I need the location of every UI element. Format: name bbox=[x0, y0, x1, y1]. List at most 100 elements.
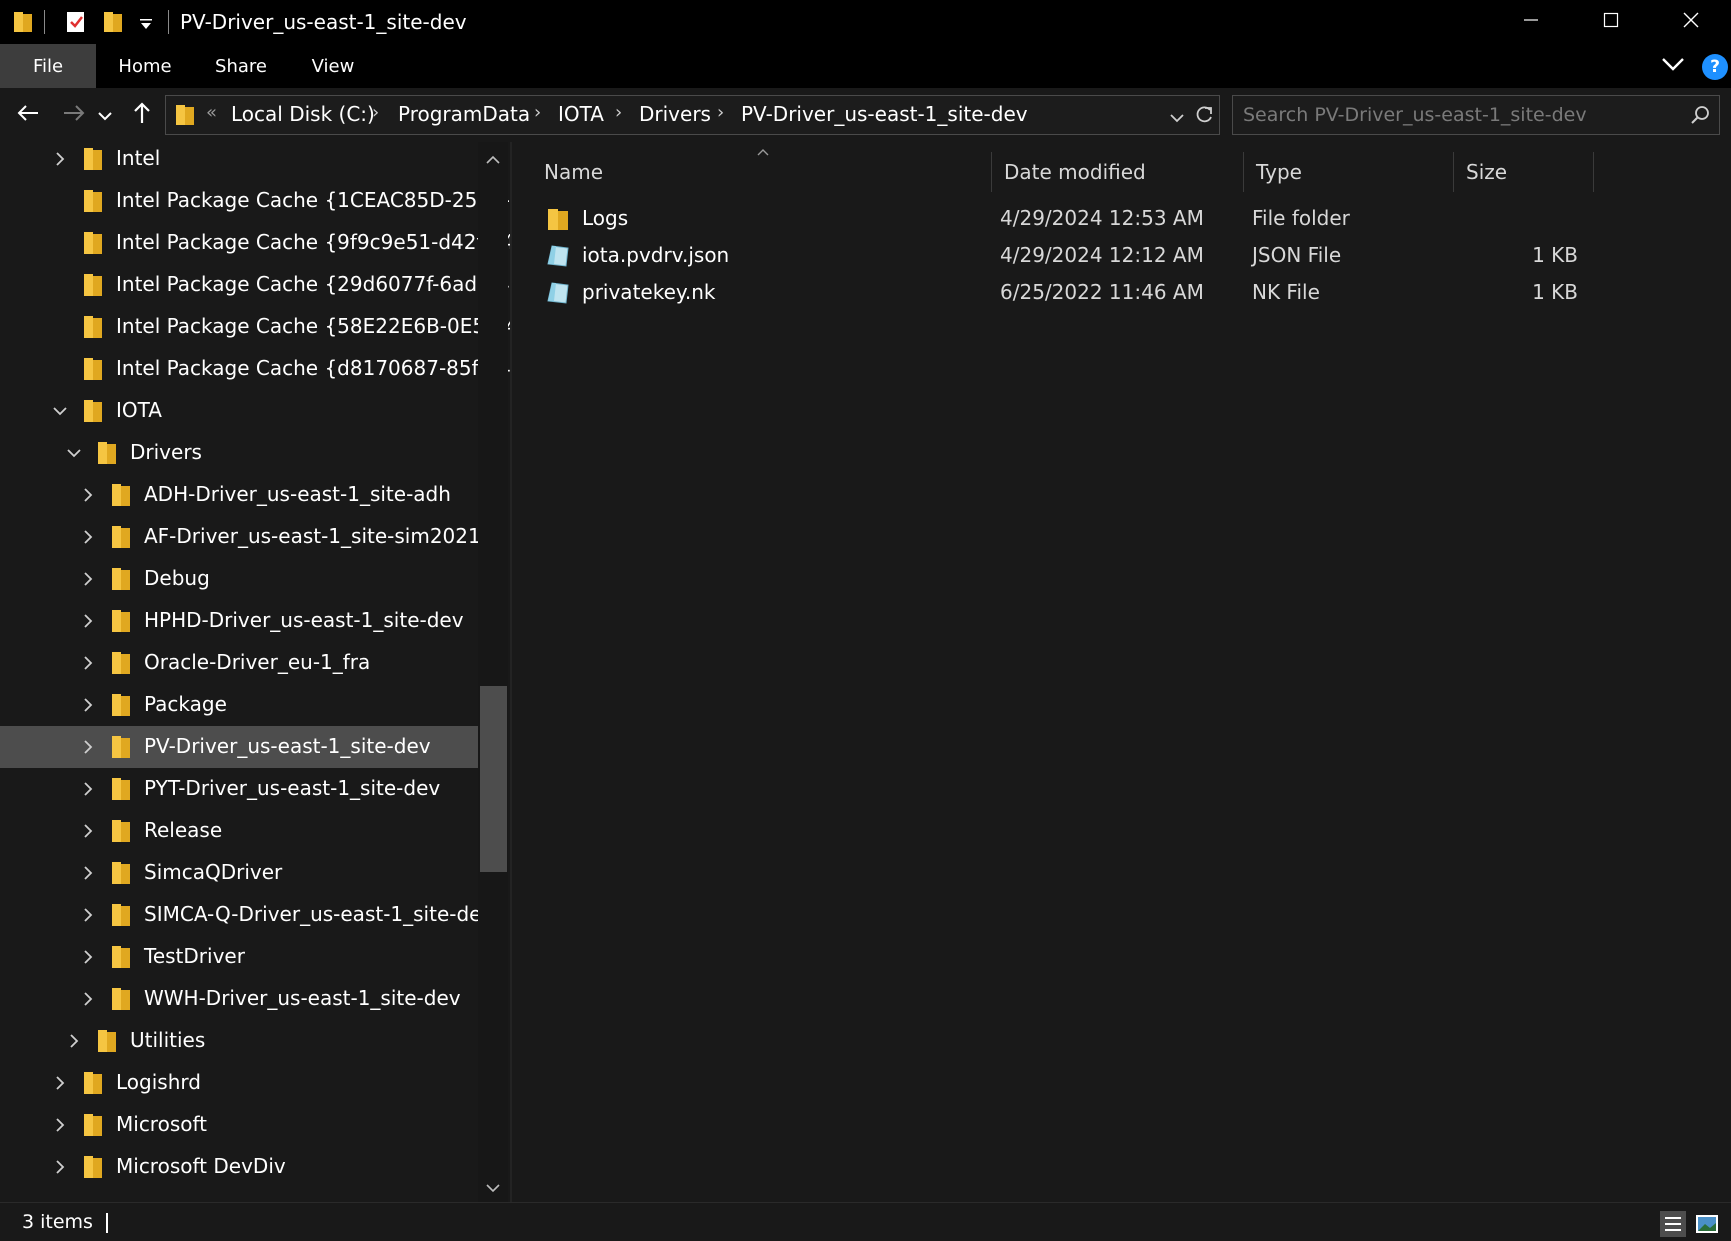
tree-item[interactable]: AF-Driver_us-east-1_site-sim2021 bbox=[0, 516, 481, 558]
help-button[interactable]: ? bbox=[1702, 54, 1728, 80]
chevron-right-icon[interactable] bbox=[50, 1112, 70, 1138]
tree-item[interactable]: Debug bbox=[0, 558, 478, 600]
breadcrumb-drivers[interactable]: Drivers bbox=[639, 102, 711, 126]
breadcrumb-current[interactable]: PV-Driver_us-east-1_site-dev bbox=[741, 102, 1028, 126]
chevron-right-icon[interactable] bbox=[50, 1154, 70, 1180]
recent-locations-button[interactable] bbox=[92, 98, 118, 132]
chevron-down-icon[interactable] bbox=[50, 398, 70, 424]
chevron-right-icon[interactable] bbox=[50, 146, 70, 172]
chevron-right-icon[interactable] bbox=[78, 524, 98, 550]
file-list[interactable]: Name Date modified Type Size Logs 4/29/20… bbox=[512, 142, 1731, 1202]
refresh-button[interactable] bbox=[1194, 104, 1214, 130]
tree-item[interactable]: Intel Package Cache {58E22E6B-0E58-4I bbox=[0, 306, 510, 348]
tree-item[interactable]: Package bbox=[0, 684, 478, 726]
breadcrumb-separator-icon[interactable]: › bbox=[717, 102, 724, 123]
minimize-button[interactable] bbox=[1491, 0, 1571, 44]
maximize-button[interactable] bbox=[1571, 0, 1651, 44]
tree-item[interactable]: PV-Driver_us-east-1_site-dev bbox=[0, 726, 478, 768]
navigation-scrollbar-thumb[interactable] bbox=[480, 686, 507, 872]
tree-item-label: Intel Package Cache {29d6077f-6adb-42 bbox=[116, 272, 510, 296]
breadcrumb-local-disk[interactable]: Local Disk (C:) bbox=[231, 102, 375, 126]
tree-item[interactable]: PYT-Driver_us-east-1_site-dev bbox=[0, 768, 478, 810]
chevron-right-icon[interactable] bbox=[78, 776, 98, 802]
file-row[interactable]: privatekey.nk 6/25/2022 11:46 AM NK File 1 … bbox=[512, 274, 1592, 311]
search-icon[interactable] bbox=[1690, 105, 1710, 129]
tree-item[interactable]: Intel Package Cache {d8170687-85fa-47 bbox=[0, 348, 510, 390]
tree-item[interactable]: Intel bbox=[0, 142, 478, 180]
back-button[interactable] bbox=[10, 98, 46, 132]
breadcrumb-separator-icon[interactable]: › bbox=[615, 102, 622, 123]
tree-item[interactable]: Microsoft DevDiv bbox=[0, 1146, 478, 1188]
tree-item[interactable]: ADH-Driver_us-east-1_site-adh bbox=[0, 474, 478, 516]
address-history-button[interactable] bbox=[1170, 108, 1184, 127]
file-row[interactable]: Logs 4/29/2024 12:53 AM File folder bbox=[512, 200, 1592, 237]
breadcrumb-separator-icon[interactable]: › bbox=[372, 102, 379, 123]
tree-item[interactable]: Utilities bbox=[0, 1020, 478, 1062]
chevron-right-icon[interactable] bbox=[78, 566, 98, 592]
file-row[interactable]: iota.pvdrv.json 4/29/2024 12:12 AM JSON Fi… bbox=[512, 237, 1592, 274]
properties-icon[interactable] bbox=[64, 10, 88, 38]
tab-file[interactable]: File bbox=[0, 44, 96, 88]
chevron-right-icon[interactable] bbox=[78, 902, 98, 928]
address-bar[interactable]: « Local Disk (C:) › ProgramData › IOTA ›… bbox=[165, 95, 1220, 135]
breadcrumb-separator-icon[interactable]: › bbox=[534, 102, 541, 123]
tree-item[interactable]: Microsoft bbox=[0, 1104, 478, 1146]
tab-view[interactable]: View bbox=[288, 44, 378, 88]
column-header-date-modified[interactable]: Date modified bbox=[992, 152, 1244, 192]
chevron-right-icon[interactable] bbox=[50, 1070, 70, 1096]
navigation-scrollbar[interactable] bbox=[478, 142, 508, 1202]
tree-item[interactable]: TestDriver bbox=[0, 936, 478, 978]
chevron-right-icon[interactable] bbox=[78, 860, 98, 886]
scroll-down-button[interactable] bbox=[484, 1178, 502, 1196]
forward-button[interactable] bbox=[56, 98, 92, 132]
folder-icon bbox=[82, 1070, 104, 1096]
navigation-pane[interactable]: Intel Intel Package Cache {1CEAC85D-2590-… bbox=[0, 142, 510, 1202]
chevron-right-icon[interactable] bbox=[78, 734, 98, 760]
chevron-right-icon[interactable] bbox=[64, 1028, 84, 1054]
tree-item[interactable]: SIMCA-Q-Driver_us-east-1_site-dev bbox=[0, 894, 493, 936]
refresh-icon bbox=[1194, 106, 1214, 130]
large-icons-view-button[interactable] bbox=[1694, 1211, 1720, 1237]
column-header-size[interactable]: Size bbox=[1454, 152, 1594, 192]
breadcrumb-iota[interactable]: IOTA bbox=[558, 102, 604, 126]
file-date-modified: 4/29/2024 12:12 AM bbox=[1000, 243, 1204, 267]
search-input[interactable] bbox=[1243, 102, 1663, 128]
column-header-name[interactable]: Name bbox=[532, 152, 992, 192]
file-type: File folder bbox=[1252, 206, 1350, 230]
chevron-right-icon[interactable] bbox=[78, 986, 98, 1012]
tab-home[interactable]: Home bbox=[100, 44, 190, 88]
details-view-button[interactable] bbox=[1660, 1211, 1686, 1237]
tree-item[interactable]: Logishrd bbox=[0, 1062, 478, 1104]
scroll-up-button[interactable] bbox=[484, 150, 502, 168]
tree-item-label: Intel Package Cache {1CEAC85D-2590-4 bbox=[116, 188, 510, 212]
folder-icon bbox=[546, 206, 572, 232]
tree-item[interactable]: Oracle-Driver_eu-1_fra bbox=[0, 642, 478, 684]
up-button[interactable] bbox=[124, 98, 160, 132]
tree-item[interactable]: Release bbox=[0, 810, 478, 852]
close-button[interactable] bbox=[1651, 0, 1731, 44]
chevron-right-icon[interactable] bbox=[78, 482, 98, 508]
tree-item[interactable]: Drivers bbox=[0, 432, 478, 474]
chevron-right-icon[interactable] bbox=[78, 818, 98, 844]
tree-item[interactable]: Intel Package Cache {1CEAC85D-2590-4 bbox=[0, 180, 510, 222]
chevron-right-icon[interactable] bbox=[78, 650, 98, 676]
breadcrumb-programdata[interactable]: ProgramData bbox=[398, 102, 530, 126]
tree-item-label: Debug bbox=[144, 566, 210, 590]
tree-item[interactable]: Intel Package Cache {29d6077f-6adb-42 bbox=[0, 264, 510, 306]
new-folder-icon[interactable] bbox=[102, 10, 124, 38]
expand-ribbon-button[interactable] bbox=[1660, 56, 1686, 76]
tree-item[interactable]: Intel Package Cache {9f9c9e51-d42f-44 bbox=[0, 222, 510, 264]
chevron-right-icon[interactable] bbox=[78, 944, 98, 970]
breadcrumb-overflow[interactable]: « bbox=[206, 102, 217, 123]
column-header-type[interactable]: Type bbox=[1244, 152, 1454, 192]
tree-item[interactable]: HPHD-Driver_us-east-1_site-dev bbox=[0, 600, 478, 642]
tree-item[interactable]: IOTA bbox=[0, 390, 478, 432]
tree-item[interactable]: SimcaQDriver bbox=[0, 852, 478, 894]
chevron-right-icon[interactable] bbox=[78, 608, 98, 634]
tab-share[interactable]: Share bbox=[196, 44, 286, 88]
tree-item[interactable]: WWH-Driver_us-east-1_site-dev bbox=[0, 978, 478, 1020]
search-box[interactable] bbox=[1232, 95, 1720, 135]
customize-quick-access-icon[interactable] bbox=[138, 16, 154, 35]
chevron-right-icon[interactable] bbox=[78, 692, 98, 718]
chevron-down-icon[interactable] bbox=[64, 440, 84, 466]
